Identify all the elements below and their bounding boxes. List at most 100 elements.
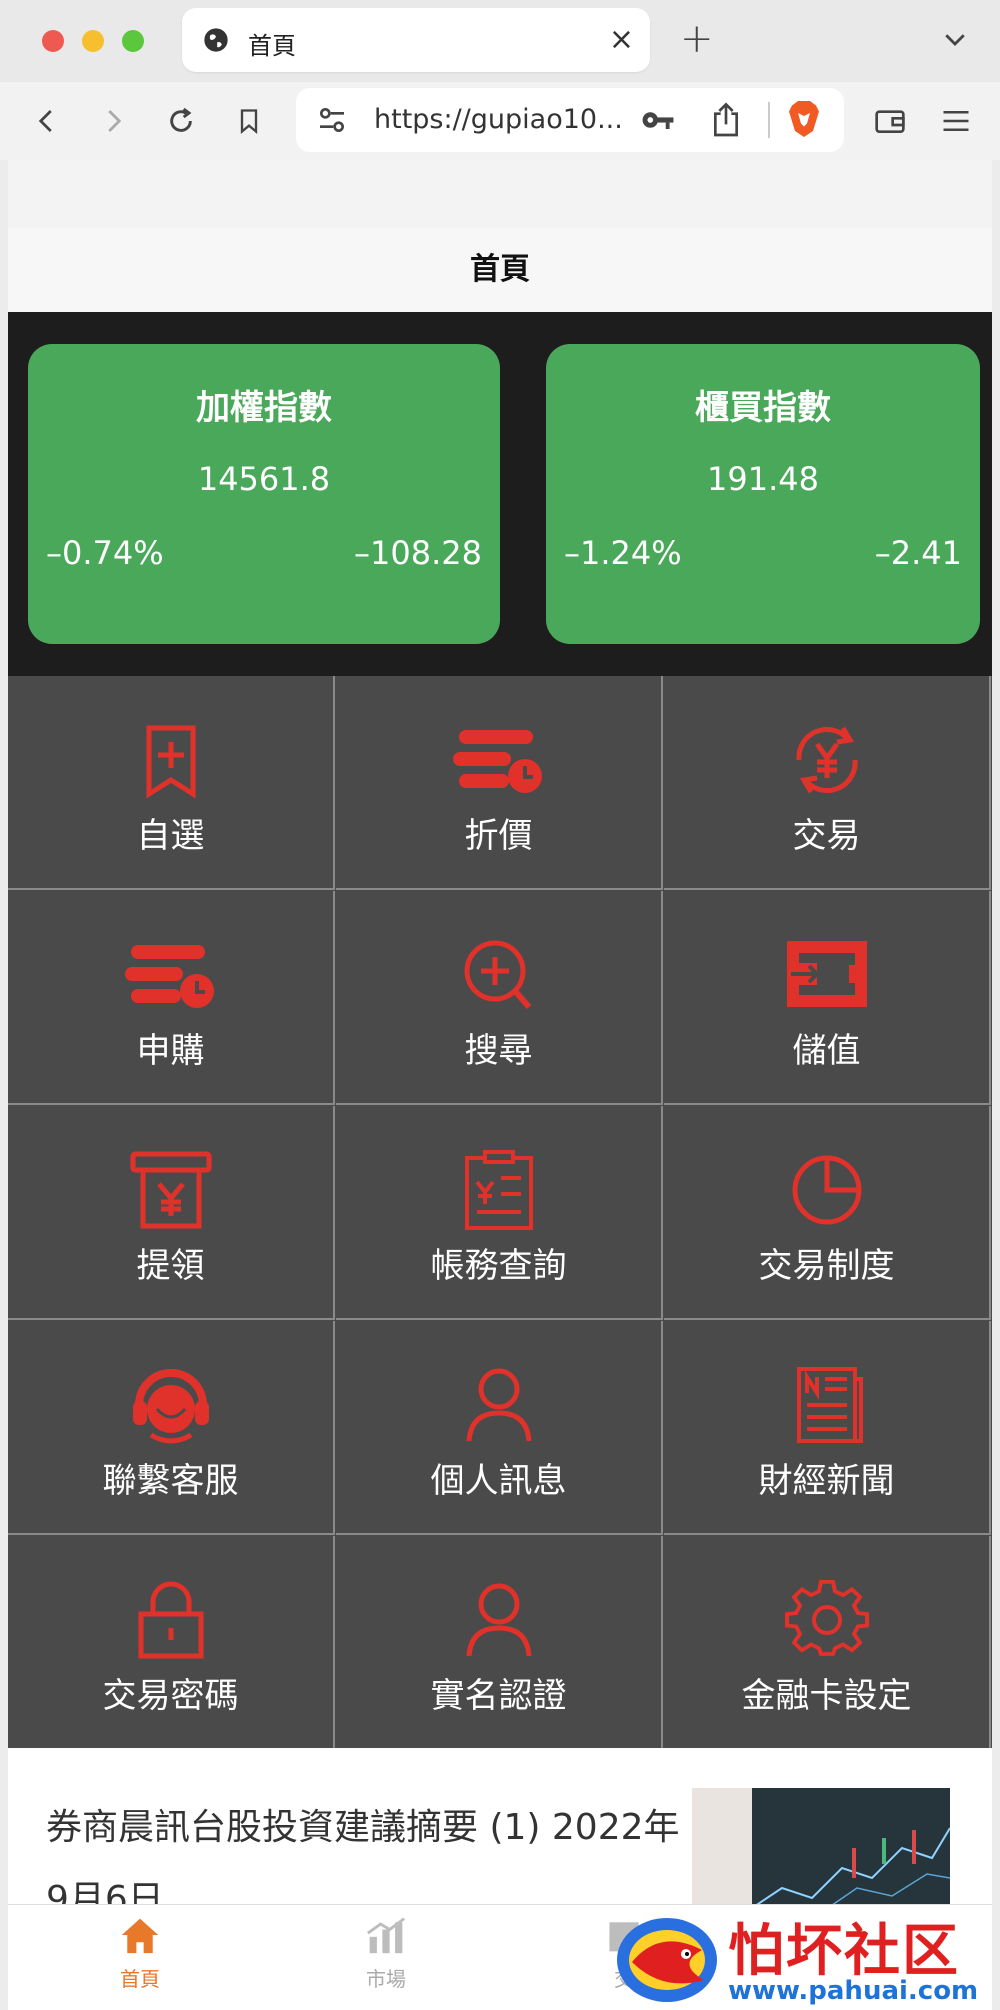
- menu-item-label: 金融卡設定: [741, 1676, 912, 1716]
- index-name: 加權指數: [196, 388, 332, 428]
- globe-icon: [204, 28, 228, 52]
- nav-tab-market[interactable]: 市場: [326, 1915, 446, 1992]
- menu-item-label: 交易: [792, 816, 861, 856]
- menu-item-trading-rules[interactable]: 交易制度: [664, 1106, 991, 1320]
- menu-item-subscribe[interactable]: 申購: [8, 891, 335, 1105]
- menu-item-label: 個人訊息: [430, 1461, 567, 1501]
- yen-exchange-icon: [796, 726, 858, 794]
- menu-item-financial-news[interactable]: 財經新聞: [664, 1321, 991, 1535]
- menu-item-profile[interactable]: 個人訊息: [336, 1321, 663, 1535]
- bookmark-icon: [240, 109, 258, 134]
- close-tab-icon[interactable]: ×: [609, 22, 634, 57]
- wallet-button[interactable]: [869, 100, 911, 142]
- menu-item-label: 提領: [136, 1246, 205, 1286]
- menu-item-label: 搜尋: [464, 1031, 533, 1071]
- menu-item-verification[interactable]: 實名認證: [336, 1536, 663, 1750]
- bookmark-button[interactable]: [228, 100, 270, 142]
- menu-item-watchlist[interactable]: 自選: [8, 676, 335, 890]
- menu-item-label: 聯繫客服: [102, 1461, 239, 1501]
- nav-tab-home[interactable]: 首頁: [80, 1915, 200, 1992]
- url-text: https://gupiao10...: [374, 104, 623, 135]
- watermark-url: www.pahuai.com: [728, 1976, 979, 2006]
- page-header: 首頁: [8, 228, 992, 312]
- site-settings-icon[interactable]: [316, 104, 348, 136]
- page-top-spacer: [8, 160, 992, 228]
- nav-label: 首頁: [120, 1967, 160, 1991]
- forward-button[interactable]: [92, 100, 134, 142]
- menu-item-customer-service[interactable]: 聯繫客服: [8, 1321, 335, 1535]
- index-percent-change: –1.24%: [564, 534, 682, 572]
- menu-item-account-query[interactable]: 帳務查詢: [336, 1106, 663, 1320]
- brave-shield-icon[interactable]: [786, 98, 822, 140]
- reload-icon: [170, 107, 192, 132]
- chevron-right-icon: [108, 110, 122, 132]
- minimize-window-button[interactable]: [82, 30, 104, 52]
- menu-item-label: 財經新聞: [758, 1461, 895, 1501]
- index-name: 櫃買指數: [695, 388, 831, 428]
- menu-item-label: 交易密碼: [102, 1676, 239, 1716]
- web-page: 首頁 加權指數 14561.8 –0.74% –108.28 櫃買指數 191.…: [8, 160, 992, 2010]
- menu-item-deposit[interactable]: 儲值: [664, 891, 991, 1105]
- wallet-deposit-icon: [787, 941, 867, 1007]
- index-card-taiex[interactable]: 加權指數 14561.8 –0.74% –108.28: [28, 344, 500, 644]
- menu-item-label: 自選: [136, 816, 205, 856]
- pie-chart-icon: [792, 1155, 862, 1225]
- watermark-text: 怕坏社区: [728, 1919, 960, 1984]
- browser-tab[interactable]: 首頁 ×: [182, 8, 650, 72]
- hamburger-menu-icon: [943, 111, 969, 131]
- browser-toolbar: https://gupiao10...: [0, 82, 1000, 160]
- tab-title: 首頁: [248, 32, 296, 60]
- menu-item-trade[interactable]: 交易: [664, 676, 991, 890]
- close-window-button[interactable]: [42, 30, 64, 52]
- index-value: 191.48: [707, 460, 819, 498]
- menu-item-search[interactable]: 搜尋: [336, 891, 663, 1105]
- menu-item-label: 實名認證: [430, 1676, 567, 1716]
- gear-icon: [785, 1580, 869, 1656]
- share-icon[interactable]: [710, 100, 742, 138]
- menu-item-trading-password[interactable]: 交易密碼: [8, 1536, 335, 1750]
- chevron-down-icon[interactable]: [940, 24, 970, 54]
- headset-support-icon: [133, 1369, 209, 1444]
- new-tab-button[interactable]: +: [680, 16, 714, 62]
- user-verify-icon: [466, 1583, 532, 1657]
- menu-item-label: 折價: [464, 816, 533, 856]
- lock-icon: [138, 1581, 204, 1659]
- browser-tab-bar: 首頁 × +: [0, 0, 1000, 82]
- watermark-logo-icon: [617, 1918, 717, 2002]
- key-icon[interactable]: [640, 104, 676, 136]
- site-watermark: 怕坏社区 www.pahuai.com: [604, 1904, 1000, 2010]
- market-chart-icon: [366, 1917, 406, 1954]
- index-percent-change: –0.74%: [46, 534, 164, 572]
- user-icon: [466, 1368, 532, 1442]
- menu-item-label: 交易制度: [758, 1246, 895, 1286]
- menu-item-label: 儲值: [792, 1031, 861, 1071]
- back-button[interactable]: [26, 100, 68, 142]
- menu-item-label: 帳務查詢: [430, 1246, 567, 1286]
- index-card-otc[interactable]: 櫃買指數 191.48 –1.24% –2.41: [546, 344, 980, 644]
- subscribe-stack-icon: [125, 945, 214, 1008]
- index-point-change: –108.28: [354, 534, 482, 572]
- discount-stack-icon: [453, 730, 542, 793]
- newspaper-icon: [797, 1367, 863, 1443]
- menu-item-discount[interactable]: 折價: [336, 676, 663, 890]
- search-plus-icon: [464, 940, 532, 1009]
- menu-item-withdraw[interactable]: 提領: [8, 1106, 335, 1320]
- index-value: 14561.8: [197, 460, 331, 498]
- wallet-icon: [875, 110, 905, 133]
- nav-label: 市場: [366, 1967, 406, 1991]
- page-title: 首頁: [470, 252, 530, 287]
- atm-withdraw-icon: [130, 1151, 212, 1229]
- index-point-change: –2.41: [874, 534, 962, 572]
- maximize-window-button[interactable]: [122, 30, 144, 52]
- index-banner: 加權指數 14561.8 –0.74% –108.28 櫃買指數 191.48 …: [8, 312, 992, 676]
- menu-button[interactable]: [935, 100, 977, 142]
- clipboard-yen-icon: [465, 1150, 533, 1230]
- address-bar[interactable]: https://gupiao10...: [296, 88, 844, 152]
- divider: [768, 102, 770, 138]
- home-icon: [121, 1918, 159, 1954]
- chevron-left-icon: [38, 110, 52, 132]
- bookmark-plus-icon: [146, 725, 196, 799]
- menu-item-card-settings[interactable]: 金融卡設定: [664, 1536, 991, 1750]
- reload-button[interactable]: [160, 100, 202, 142]
- menu-item-label: 申購: [136, 1031, 205, 1071]
